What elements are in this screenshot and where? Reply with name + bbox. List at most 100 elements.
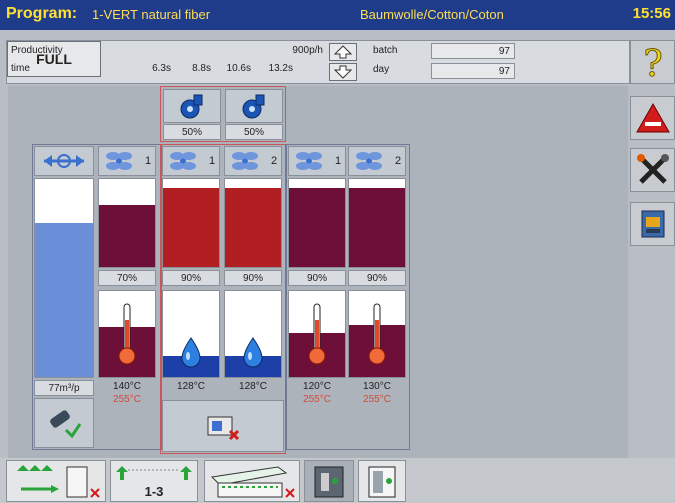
blower-icon — [242, 94, 265, 119]
info-strip: Productivity 900p/h time 6.3s 8.8s 10.6s… — [6, 40, 630, 84]
fan-3-pct: 90% — [288, 270, 346, 286]
time-value-2: 8.8s — [192, 63, 211, 74]
fan-3-index: 1 — [334, 155, 342, 167]
fan-0-index: 1 — [144, 155, 152, 167]
airflow-icon — [44, 154, 84, 168]
fan-icon — [231, 152, 258, 170]
thermometer-icon — [302, 300, 332, 370]
flow-value: 77m³/p — [34, 380, 94, 396]
fan-icon — [355, 152, 382, 170]
water-drop-icon — [176, 300, 206, 370]
speed-down-button[interactable] — [329, 63, 357, 81]
heater-3-temp: 120°C — [303, 381, 331, 392]
fan-0-button[interactable]: 1 — [98, 146, 156, 176]
stacker-button[interactable]: 1-3 — [110, 460, 198, 502]
fan-1-pct: 90% — [162, 270, 220, 286]
blower-group: 50% 50% — [160, 86, 286, 142]
water-drop-icon — [238, 300, 268, 370]
fan-2-pct: 90% — [224, 270, 282, 286]
blower-2[interactable] — [225, 89, 283, 123]
thermometer-icon — [112, 300, 142, 370]
svg-text:?: ? — [643, 44, 662, 80]
fan-1-gauge — [162, 178, 220, 268]
door-icon — [368, 466, 396, 498]
fan-4-pct: 90% — [348, 270, 406, 286]
warning-icon — [635, 102, 670, 133]
program-label: Program: — [6, 5, 78, 22]
level-fill — [35, 222, 93, 377]
fan-2-button[interactable]: 2 — [224, 146, 282, 176]
fan-2-fill — [225, 188, 281, 267]
fan-3-fill — [289, 188, 345, 267]
day-value: 97 — [498, 66, 510, 77]
fan-4-fill — [349, 188, 405, 267]
day-box: 97 — [431, 63, 515, 79]
fan-2-gauge — [224, 178, 282, 268]
folder-machine-icon — [210, 466, 295, 498]
fan-2-index: 2 — [270, 155, 278, 167]
day-label: day — [373, 64, 390, 75]
productivity-value: 900p/h — [292, 45, 323, 56]
fan-4-index: 2 — [394, 155, 402, 167]
conveyor-in-button[interactable] — [6, 460, 106, 502]
heater-0-temp: 140°C — [113, 381, 141, 392]
heater-2-temp: 128°C — [239, 381, 267, 392]
fan-1-fill — [163, 188, 219, 267]
blower-1-pct: 50% — [163, 124, 221, 140]
arrow-down-icon — [334, 65, 352, 79]
heater-4-temp: 130°C — [363, 381, 391, 392]
fan-1-button[interactable]: 1 — [162, 146, 220, 176]
stacker-label: 1-3 — [144, 483, 164, 499]
productivity-label: Productivity — [11, 45, 63, 56]
machine-icon — [641, 210, 664, 238]
folder-button[interactable] — [204, 460, 300, 502]
fan-4-button[interactable]: 2 — [348, 146, 406, 176]
tools-icon — [636, 154, 669, 184]
stacker-icon — [116, 465, 192, 480]
fan-1-index: 1 — [208, 155, 216, 167]
spray-check-icon — [50, 410, 82, 438]
fan-0-pct: 70% — [98, 270, 156, 286]
batch-value: 97 — [498, 46, 510, 57]
heater-0-setpoint: 255°C — [113, 394, 141, 405]
time-value-1: 6.3s — [152, 63, 171, 74]
time-value-4: 13.2s — [268, 63, 293, 74]
blower-icon — [180, 94, 203, 119]
time-label: time — [11, 63, 30, 74]
batch-box: 97 — [431, 43, 515, 59]
door-button[interactable] — [358, 460, 406, 502]
blower-1[interactable] — [163, 89, 221, 123]
level-gauge — [34, 178, 94, 378]
fan-3-button[interactable]: 1 — [288, 146, 346, 176]
airflow-cell[interactable] — [34, 146, 94, 176]
title-bar: Program: 1-VERT natural fiber Baumwolle/… — [0, 0, 675, 30]
door-lock-button[interactable] — [304, 460, 354, 502]
help-button[interactable]: ? — [630, 40, 675, 84]
fan-4-gauge — [348, 178, 406, 268]
time-value-3: 10.6s — [226, 63, 251, 74]
service-button[interactable] — [630, 148, 675, 192]
thermometer-icon — [362, 300, 392, 370]
fan-icon — [105, 152, 132, 170]
machine-settings-button[interactable] — [630, 202, 675, 246]
alarm-button[interactable] — [630, 96, 675, 140]
batch-label: batch — [373, 45, 398, 56]
question-mark-icon: ? — [642, 44, 662, 80]
material-name: Baumwolle/Cotton/Coton — [360, 7, 504, 22]
blower-2-pct: 50% — [225, 124, 283, 140]
conveyor-in-icon — [17, 465, 100, 498]
spray-cell[interactable] — [34, 398, 94, 448]
heater-3-setpoint: 255°C — [303, 394, 331, 405]
fan-icon — [169, 152, 196, 170]
bottom-toolbar: 1-3 — [0, 458, 675, 503]
wash-cell[interactable] — [162, 400, 284, 452]
arrow-up-icon — [334, 45, 352, 59]
program-name[interactable]: 1-VERT natural fiber — [92, 7, 210, 22]
washer-x-icon — [207, 416, 240, 441]
fan-icon — [295, 152, 322, 170]
fan-0-fill — [99, 205, 155, 267]
fan-0-gauge — [98, 178, 156, 268]
door-lock-icon — [314, 466, 344, 498]
speed-up-button[interactable] — [329, 43, 357, 61]
clock: 15:56 — [632, 5, 671, 22]
